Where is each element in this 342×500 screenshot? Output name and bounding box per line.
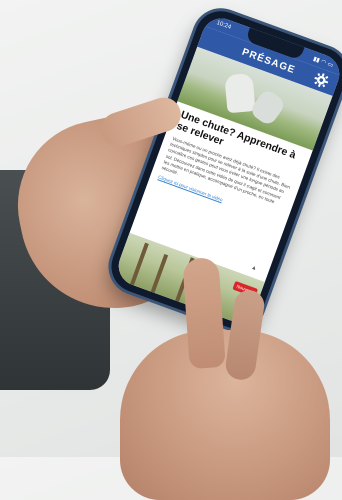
hero-figure bbox=[224, 72, 256, 114]
caret-up-icon[interactable]: ▲ bbox=[250, 265, 258, 273]
status-time: 10:24 bbox=[215, 20, 232, 31]
tree bbox=[150, 253, 169, 293]
photo-scene: 10:24 ▮▮ ◠ ▭ PRÉSAGE Une chute? Apprendr… bbox=[0, 0, 342, 500]
hero-figure bbox=[248, 87, 287, 128]
tree bbox=[130, 242, 149, 286]
gear-icon[interactable] bbox=[311, 70, 332, 91]
right-index-finger bbox=[182, 256, 226, 370]
